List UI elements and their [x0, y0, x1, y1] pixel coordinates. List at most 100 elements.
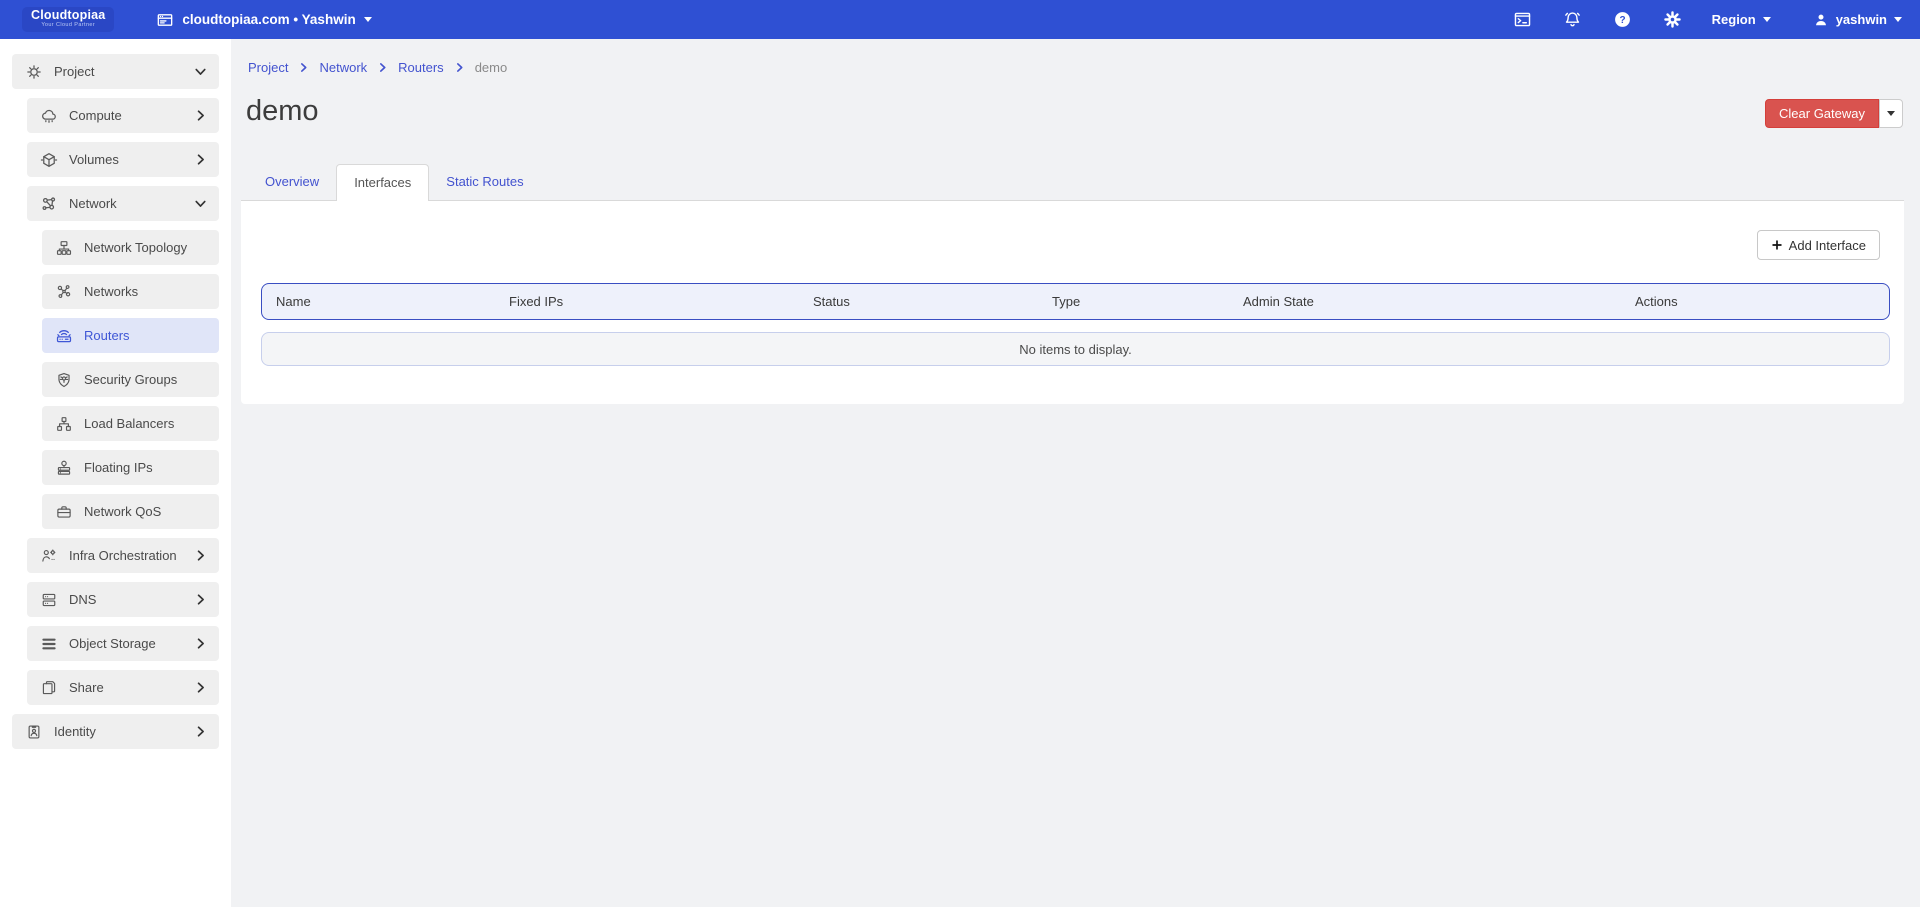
topbar: Cloudtopiaa Your Cloud Partner cloudtopi… — [0, 0, 1920, 39]
sidebar-item-networks[interactable]: Networks — [42, 274, 219, 309]
plus-icon — [1771, 239, 1783, 251]
gear-icon — [1663, 10, 1682, 29]
breadcrumb-project[interactable]: Project — [248, 60, 288, 75]
infra-orchestration-icon — [39, 547, 59, 565]
chevron-down-icon — [364, 17, 372, 22]
sidebar-item-identity[interactable]: Identity — [12, 714, 219, 749]
main-content: Project Network Routers demo demo Clear … — [231, 39, 1920, 907]
chevron-down-icon — [194, 65, 207, 78]
chevron-right-icon — [194, 681, 207, 694]
region-label: Region — [1712, 12, 1756, 27]
column-header-name: Name — [262, 294, 509, 309]
sidebar-item-label: DNS — [69, 592, 194, 607]
user-label: yashwin — [1836, 12, 1887, 27]
sidebar-item-floating-ips[interactable]: Floating IPs — [42, 450, 219, 485]
sidebar-item-network-topology[interactable]: Network Topology — [42, 230, 219, 265]
compute-icon — [39, 107, 59, 125]
domain-icon — [156, 11, 174, 29]
user-menu[interactable]: yashwin — [1799, 0, 1902, 39]
clear-gateway-button[interactable]: Clear Gateway — [1765, 99, 1879, 128]
sidebar-item-label: Identity — [54, 724, 194, 739]
router-icon — [54, 327, 74, 345]
sidebar-item-label: Network QoS — [84, 504, 207, 519]
chevron-down-icon — [1894, 17, 1902, 22]
sidebar-item-compute[interactable]: Compute — [27, 98, 219, 133]
sidebar-item-load-balancers[interactable]: Load Balancers — [42, 406, 219, 441]
user-icon — [1813, 12, 1829, 28]
sidebar-item-network-qos[interactable]: Network QoS — [42, 494, 219, 529]
interfaces-panel: Add Interface Name Fixed IPs Status Type… — [241, 200, 1904, 404]
sidebar-item-object-storage[interactable]: Object Storage — [27, 626, 219, 661]
router-actions: Clear Gateway — [1765, 99, 1903, 128]
chevron-down-icon — [1887, 111, 1895, 116]
table-empty-row: No items to display. — [261, 332, 1890, 366]
notifications-button[interactable] — [1548, 0, 1598, 39]
settings-button[interactable] — [1648, 0, 1698, 39]
sidebar-item-volumes[interactable]: Volumes — [27, 142, 219, 177]
sidebar-item-network[interactable]: Network — [27, 186, 219, 221]
sidebar-item-label: Network — [69, 196, 194, 211]
table-header-row: Name Fixed IPs Status Type Admin State A… — [261, 283, 1890, 320]
svg-text:?: ? — [1620, 15, 1626, 26]
topbar-right: ? Region yashwin — [1498, 0, 1902, 39]
sidebar-item-label: Infra Orchestration — [69, 548, 194, 563]
sidebar-item-label: Network Topology — [84, 240, 207, 255]
region-dropdown[interactable]: Region — [1698, 0, 1785, 39]
sidebar-item-label: Load Balancers — [84, 416, 207, 431]
chevron-right-icon — [194, 725, 207, 738]
add-interface-label: Add Interface — [1789, 238, 1866, 253]
clear-gateway-dropdown-button[interactable] — [1879, 99, 1903, 128]
sidebar-item-label: Networks — [84, 284, 207, 299]
column-header-status: Status — [813, 294, 1052, 309]
network-topology-icon — [54, 239, 74, 257]
sidebar-item-label: Volumes — [69, 152, 194, 167]
sidebar-item-routers[interactable]: Routers — [42, 318, 219, 353]
help-button[interactable]: ? — [1598, 0, 1648, 39]
identity-icon — [24, 723, 44, 741]
brand-name: Cloudtopiaa — [31, 9, 105, 22]
breadcrumb-network[interactable]: Network — [319, 60, 367, 75]
dns-icon — [39, 591, 59, 609]
sidebar-item-label: Project — [54, 64, 194, 79]
sidebar-item-infra-orchestration[interactable]: Infra Orchestration — [27, 538, 219, 573]
column-header-type: Type — [1052, 294, 1243, 309]
chevron-right-icon — [298, 62, 309, 73]
breadcrumb: Project Network Routers demo — [248, 60, 507, 75]
bell-icon — [1563, 10, 1582, 29]
tab-static-routes[interactable]: Static Routes — [429, 164, 540, 200]
chevron-down-icon — [194, 197, 207, 210]
column-header-fixed-ips: Fixed IPs — [509, 294, 813, 309]
object-storage-icon — [39, 635, 59, 653]
sidebar-item-label: Share — [69, 680, 194, 695]
tab-overview[interactable]: Overview — [248, 164, 336, 200]
sidebar-item-dns[interactable]: DNS — [27, 582, 219, 617]
chevron-down-icon — [1763, 17, 1771, 22]
chevron-right-icon — [194, 153, 207, 166]
breadcrumb-routers[interactable]: Routers — [398, 60, 444, 75]
add-interface-button[interactable]: Add Interface — [1757, 230, 1880, 260]
network-icon — [39, 195, 59, 213]
volumes-icon — [39, 151, 59, 169]
column-header-admin-state: Admin State — [1243, 294, 1635, 309]
sidebar-item-share[interactable]: Share — [27, 670, 219, 705]
tab-interfaces[interactable]: Interfaces — [336, 164, 429, 201]
context-label: cloudtopiaa.com • Yashwin — [182, 12, 355, 27]
page-title: demo — [246, 95, 319, 128]
empty-message: No items to display. — [1019, 342, 1131, 357]
sidebar-item-project[interactable]: Project — [12, 54, 219, 89]
sidebar-item-label: Routers — [84, 328, 207, 343]
help-icon: ? — [1613, 10, 1632, 29]
brand-logo[interactable]: Cloudtopiaa Your Cloud Partner — [22, 7, 114, 32]
project-context-switcher[interactable]: cloudtopiaa.com • Yashwin — [156, 11, 371, 29]
sidebar: Project Compute Volumes — [0, 39, 231, 907]
network-qos-icon — [54, 503, 74, 521]
sidebar-item-label: Security Groups — [84, 372, 207, 387]
project-icon — [24, 63, 44, 81]
column-header-actions: Actions — [1635, 294, 1889, 309]
chevron-right-icon — [194, 549, 207, 562]
console-button[interactable] — [1498, 0, 1548, 39]
load-balancer-icon — [54, 415, 74, 433]
sidebar-item-label: Compute — [69, 108, 194, 123]
brand-tagline: Your Cloud Partner — [31, 22, 105, 29]
sidebar-item-security-groups[interactable]: Security Groups — [42, 362, 219, 397]
